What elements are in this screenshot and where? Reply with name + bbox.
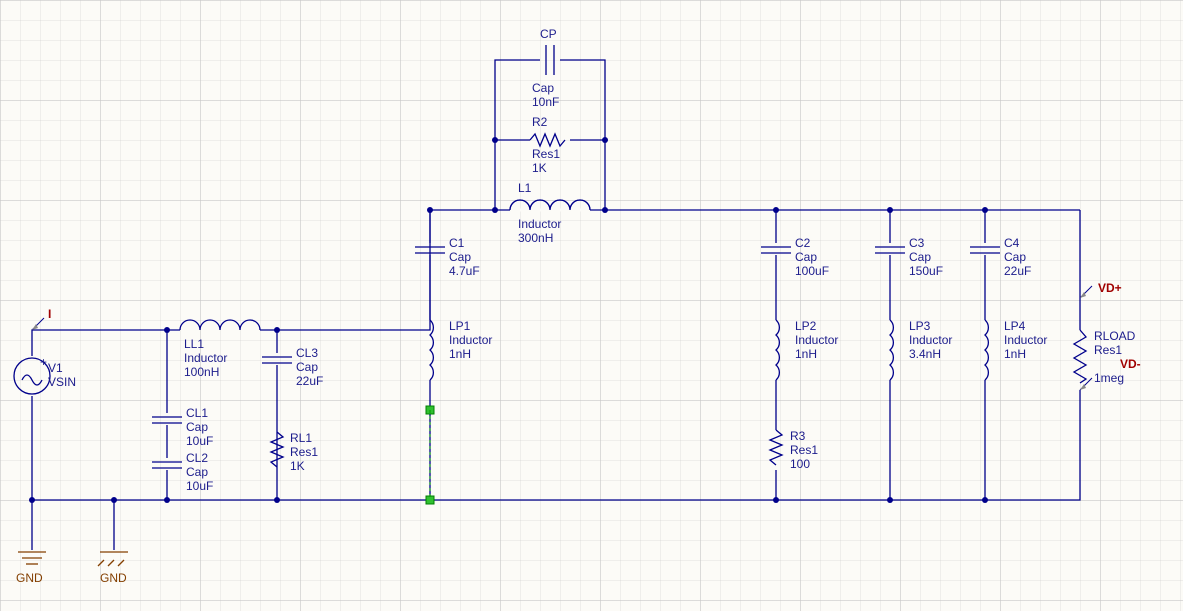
label-LP3-type: Inductor bbox=[909, 333, 952, 347]
label-LL1-val: 100nH bbox=[184, 365, 219, 379]
label-LP2-type: Inductor bbox=[795, 333, 838, 347]
label-C2-val: 100uF bbox=[795, 264, 829, 278]
inductor-LP2[interactable] bbox=[776, 320, 779, 380]
label-RL1-val: 1K bbox=[290, 459, 305, 473]
label-RLOAD-type: Res1 bbox=[1094, 343, 1122, 357]
label-LP2-val: 1nH bbox=[795, 347, 817, 361]
resistor-R2[interactable] bbox=[530, 134, 565, 146]
label-R2-ref: R2 bbox=[532, 115, 548, 129]
label-CL2-val: 10uF bbox=[186, 479, 213, 493]
label-C3-ref: C3 bbox=[909, 236, 925, 250]
label-C1-val: 4.7uF bbox=[449, 264, 480, 278]
cap-CL2[interactable] bbox=[152, 462, 182, 468]
label-L1-val: 300nH bbox=[518, 231, 553, 245]
label-CL1-val: 10uF bbox=[186, 434, 213, 448]
label-C4-type: Cap bbox=[1004, 250, 1026, 264]
cap-C4[interactable] bbox=[970, 247, 1000, 253]
netlabel-VDn: VD- bbox=[1120, 357, 1141, 371]
cap-CP[interactable] bbox=[546, 45, 554, 75]
label-R3-type: Res1 bbox=[790, 443, 818, 457]
label-LP3-val: 3.4nH bbox=[909, 347, 941, 361]
gnd-2[interactable] bbox=[98, 552, 128, 566]
label-LP4-val: 1nH bbox=[1004, 347, 1026, 361]
label-LP4-ref: LP4 bbox=[1004, 319, 1026, 333]
probe-VDn[interactable] bbox=[1080, 378, 1092, 390]
gnd-label-1: GND bbox=[16, 571, 43, 585]
probe-I[interactable] bbox=[32, 318, 44, 330]
label-LP2-ref: LP2 bbox=[795, 319, 817, 333]
label-L1-ref: L1 bbox=[518, 181, 532, 195]
label-C3-type: Cap bbox=[909, 250, 931, 264]
label-C2-ref: C2 bbox=[795, 236, 811, 250]
label-CL1-ref: CL1 bbox=[186, 406, 208, 420]
inductor-LP3[interactable] bbox=[890, 320, 893, 380]
inductor-LL1[interactable] bbox=[180, 320, 260, 330]
probe-VDp[interactable] bbox=[1080, 286, 1092, 298]
label-CL1-type: Cap bbox=[186, 420, 208, 434]
label-V1-type: VSIN bbox=[48, 375, 76, 389]
label-R3-ref: R3 bbox=[790, 429, 806, 443]
label-CL2-type: Cap bbox=[186, 465, 208, 479]
resistor-RLOAD[interactable] bbox=[1074, 330, 1086, 383]
inductor-L1[interactable] bbox=[510, 200, 590, 210]
label-CL3-val: 22uF bbox=[296, 374, 323, 388]
label-CL2-ref: CL2 bbox=[186, 451, 208, 465]
cap-C3[interactable] bbox=[875, 247, 905, 253]
netlabel-VDp: VD+ bbox=[1098, 281, 1122, 295]
label-RL1-type: Res1 bbox=[290, 445, 318, 459]
label-CL3-type: Cap bbox=[296, 360, 318, 374]
cap-CL3[interactable] bbox=[262, 357, 292, 363]
label-R2-type: Res1 bbox=[532, 147, 560, 161]
gnd-1[interactable] bbox=[18, 552, 46, 564]
inductor-LP4[interactable] bbox=[985, 320, 988, 380]
label-LP1-type: Inductor bbox=[449, 333, 492, 347]
label-CP-ref: CP bbox=[540, 27, 557, 41]
label-C1-type: Cap bbox=[449, 250, 471, 264]
source-V1[interactable]: + bbox=[14, 355, 50, 394]
label-LP1-ref: LP1 bbox=[449, 319, 471, 333]
schematic-canvas: + V1 VSIN LL1 Inductor 100nH CL1 Cap 10u… bbox=[0, 0, 1183, 611]
cap-C2[interactable] bbox=[761, 247, 791, 253]
label-C3-val: 150uF bbox=[909, 264, 943, 278]
label-C1-ref: C1 bbox=[449, 236, 465, 250]
label-C4-val: 22uF bbox=[1004, 264, 1031, 278]
label-RL1-ref: RL1 bbox=[290, 431, 312, 445]
label-CL3-ref: CL3 bbox=[296, 346, 318, 360]
label-RLOAD-ref: RLOAD bbox=[1094, 329, 1136, 343]
label-LL1-type: Inductor bbox=[184, 351, 227, 365]
label-LP1-val: 1nH bbox=[449, 347, 471, 361]
netlabel-I: I bbox=[48, 307, 51, 321]
label-RLOAD-val: 1meg bbox=[1094, 371, 1124, 385]
svg-text:+: + bbox=[40, 355, 47, 369]
label-CP-val: 10nF bbox=[532, 95, 559, 109]
gnd-label-2: GND bbox=[100, 571, 127, 585]
label-R3-val: 100 bbox=[790, 457, 810, 471]
label-C2-type: Cap bbox=[795, 250, 817, 264]
label-CP-type: Cap bbox=[532, 81, 554, 95]
label-LP3-ref: LP3 bbox=[909, 319, 931, 333]
label-V1-ref: V1 bbox=[48, 361, 63, 375]
resistor-R3[interactable] bbox=[770, 430, 782, 465]
cap-CL1[interactable] bbox=[152, 417, 182, 423]
label-LL1-ref: LL1 bbox=[184, 337, 204, 351]
label-L1-type: Inductor bbox=[518, 217, 561, 231]
label-LP4-type: Inductor bbox=[1004, 333, 1047, 347]
label-R2-val: 1K bbox=[532, 161, 547, 175]
label-C4-ref: C4 bbox=[1004, 236, 1020, 250]
